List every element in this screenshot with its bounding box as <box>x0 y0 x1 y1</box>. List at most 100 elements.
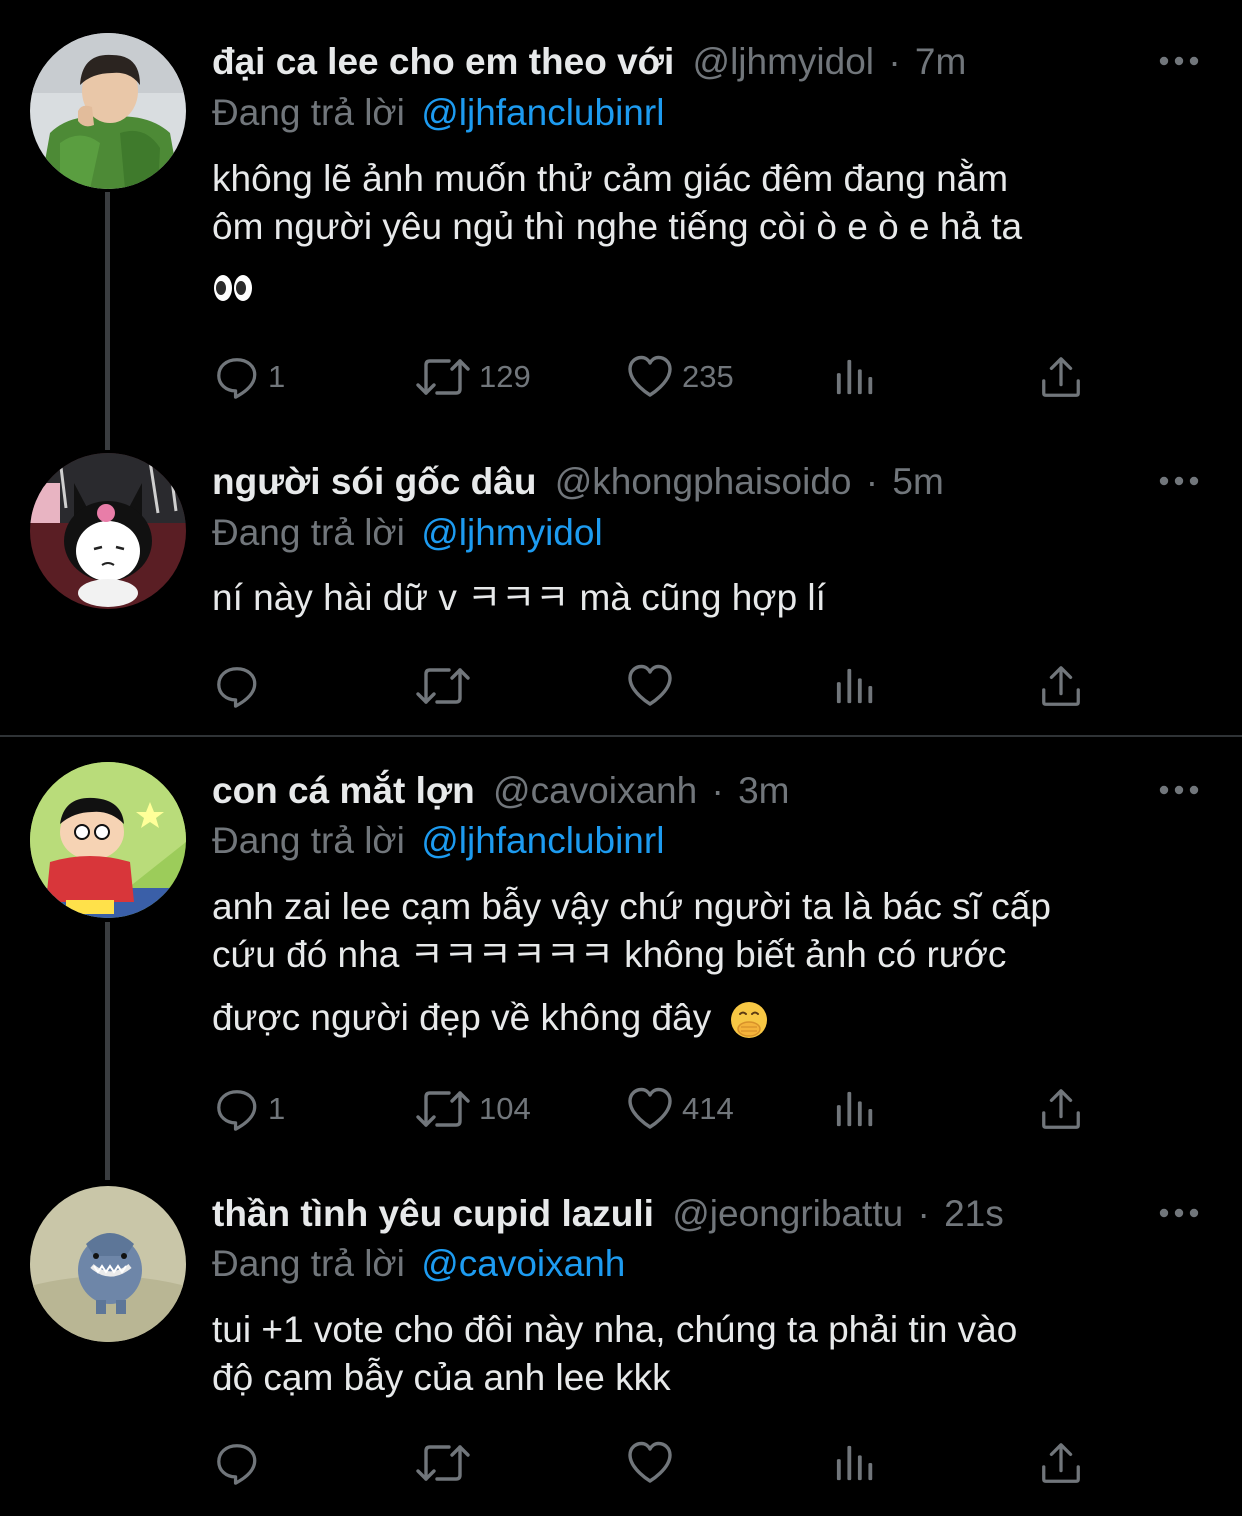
avatar[interactable] <box>30 33 186 189</box>
like-icon <box>626 353 674 401</box>
more-icon <box>1158 474 1200 488</box>
views-button[interactable] <box>835 352 877 402</box>
tweet-text-line: anh zai lee cạm bẫy vậy chứ người ta là … <box>212 886 1051 927</box>
more-icon <box>1158 54 1200 68</box>
display-name[interactable]: người sói gốc dâu <box>212 461 536 502</box>
thread-divider <box>0 735 1242 737</box>
avatar[interactable] <box>30 1186 186 1342</box>
reply-icon <box>214 1086 260 1132</box>
dot-separator: · <box>711 770 724 811</box>
display-name[interactable]: thần tình yêu cupid lazuli <box>212 1193 654 1234</box>
dot-separator: · <box>917 1193 930 1234</box>
tweet-text-line: ní này hài dữ v ㅋㅋㅋ mà cũng hợp lí <box>212 577 826 618</box>
share-icon <box>1038 1440 1084 1486</box>
views-button[interactable] <box>835 661 877 711</box>
more-options-button[interactable] <box>1158 54 1200 68</box>
tweet-text-line: ôm người yêu ngủ thì nghe tiếng còi ò e … <box>212 206 1023 247</box>
share-button[interactable] <box>1038 661 1084 711</box>
reply-count: 1 <box>268 1091 286 1126</box>
retweet-button[interactable] <box>415 1438 479 1488</box>
retweet-icon <box>415 1439 471 1487</box>
replying-to-label: Đang trả lời <box>212 512 405 553</box>
timestamp[interactable]: 5m <box>892 461 943 502</box>
reply-button[interactable]: 1 <box>214 352 285 402</box>
views-icon <box>835 355 877 399</box>
replying-to-label: Đang trả lời <box>212 1243 405 1284</box>
thread-line <box>105 192 110 450</box>
display-name[interactable]: đại ca lee cho em theo với <box>212 41 674 82</box>
tweet-header: đại ca lee cho em theo với @ljhmyidol · … <box>212 37 966 87</box>
tweet-4[interactable]: thần tình yêu cupid lazuli @jeongribattu… <box>0 1180 1242 1516</box>
like-count: 414 <box>682 1091 734 1126</box>
username[interactable]: @jeongribattu <box>672 1193 903 1234</box>
share-icon <box>1038 354 1084 400</box>
like-icon <box>626 1085 674 1133</box>
reply-icon <box>214 1440 260 1486</box>
tweet-text-line <box>212 262 254 310</box>
avatar-image <box>30 762 186 918</box>
replying-to-label: Đang trả lời <box>212 92 405 133</box>
username[interactable]: @khongphaisoido <box>555 461 852 502</box>
views-button[interactable] <box>835 1438 877 1488</box>
avatar[interactable] <box>30 453 186 609</box>
views-icon <box>835 1441 877 1485</box>
tweet-3[interactable]: con cá mắt lợn @cavoixanh · 3m Đang trả … <box>0 740 1242 1180</box>
share-button[interactable] <box>1038 352 1084 402</box>
share-button[interactable] <box>1038 1084 1084 1134</box>
like-icon <box>626 662 674 710</box>
more-icon <box>1158 783 1200 797</box>
views-icon <box>835 1087 877 1131</box>
tweet-text-line: được người đẹp về không đây <box>212 994 769 1042</box>
timestamp[interactable]: 3m <box>738 770 789 811</box>
display-name[interactable]: con cá mắt lợn <box>212 770 475 811</box>
avatar[interactable] <box>30 762 186 918</box>
tweet-2[interactable]: người sói gốc dâu @khongphaisoido · 5m Đ… <box>0 450 1242 736</box>
replying-to-handle[interactable]: @ljhfanclubinrl <box>421 820 664 861</box>
views-icon <box>835 664 877 708</box>
replying-to-handle[interactable]: @ljhfanclubinrl <box>421 92 664 133</box>
retweet-icon <box>415 1085 471 1133</box>
reply-icon <box>214 663 260 709</box>
retweet-button[interactable] <box>415 661 479 711</box>
tweet-header: thần tình yêu cupid lazuli @jeongribattu… <box>212 1189 1004 1239</box>
avatar-image <box>30 1186 186 1342</box>
reply-icon <box>214 354 260 400</box>
tweet-header: người sói gốc dâu @khongphaisoido · 5m <box>212 457 944 507</box>
reply-button[interactable]: 1 <box>214 1084 285 1134</box>
more-options-button[interactable] <box>1158 1206 1200 1220</box>
username[interactable]: @cavoixanh <box>493 770 697 811</box>
retweet-button[interactable]: 104 <box>415 1084 531 1134</box>
like-button[interactable]: 414 <box>626 1084 734 1134</box>
tweet-text-line: tui +1 vote cho đôi này nha, chúng ta ph… <box>212 1309 1018 1350</box>
tweet-text-line: cứu đó nha ㅋㅋㅋㅋㅋㅋ không biết ảnh có rước <box>212 934 1007 975</box>
tweet-1[interactable]: đại ca lee cho em theo với @ljhmyidol · … <box>0 0 1242 450</box>
more-options-button[interactable] <box>1158 783 1200 797</box>
timestamp[interactable]: 7m <box>915 41 966 82</box>
share-button[interactable] <box>1038 1438 1084 1488</box>
reply-button[interactable] <box>214 661 268 711</box>
replying-to-handle[interactable]: @ljhmyidol <box>421 512 603 553</box>
views-button[interactable] <box>835 1084 877 1134</box>
avatar-image <box>30 453 186 609</box>
thread-line <box>105 922 110 1180</box>
share-icon <box>1038 1086 1084 1132</box>
avatar-image <box>30 33 186 189</box>
username[interactable]: @ljhmyidol <box>693 41 875 82</box>
dot-separator: · <box>865 461 879 502</box>
retweet-button[interactable]: 129 <box>415 352 531 402</box>
timestamp[interactable]: 21s <box>944 1193 1004 1234</box>
replying-to: Đang trả lời @ljhfanclubinrl <box>212 88 664 138</box>
like-count: 235 <box>682 359 734 394</box>
like-button[interactable]: 235 <box>626 352 734 402</box>
retweet-count: 104 <box>479 1091 531 1126</box>
like-icon <box>626 1439 674 1487</box>
eyes-emoji <box>214 275 252 302</box>
tweet-text-line: không lẽ ảnh muốn thử cảm giác đêm đang … <box>212 158 1009 199</box>
like-button[interactable] <box>626 661 682 711</box>
more-options-button[interactable] <box>1158 474 1200 488</box>
replying-to-handle[interactable]: @cavoixanh <box>421 1243 625 1284</box>
tweet-text-line-text: được người đẹp về không đây <box>212 997 712 1038</box>
face-with-hand-over-mouth-emoji <box>731 1002 768 1039</box>
reply-button[interactable] <box>214 1438 268 1488</box>
like-button[interactable] <box>626 1438 682 1488</box>
